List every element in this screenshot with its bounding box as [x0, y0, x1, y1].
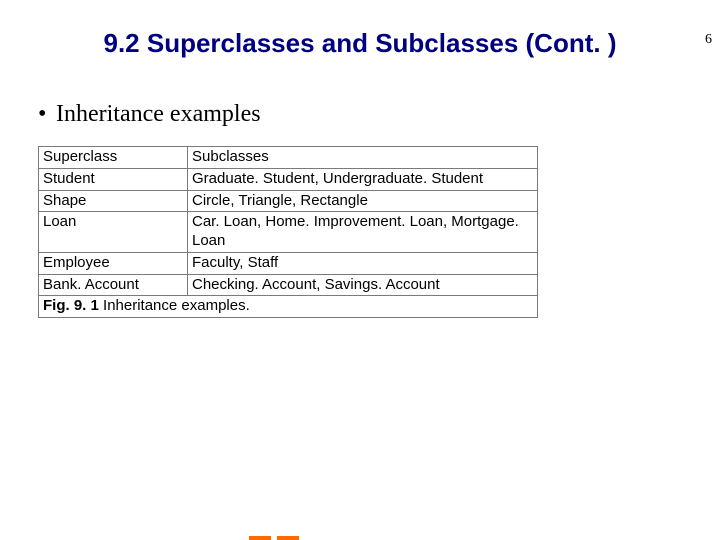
- prev-button[interactable]: [249, 536, 271, 540]
- inheritance-table-wrap: Superclass Subclasses Student Graduate. …: [38, 146, 538, 318]
- footer: Ⓒ 2003 Prentice Hall, Inc. All rights re…: [14, 536, 299, 540]
- bullet-item: •Inheritance examples: [38, 101, 720, 128]
- figure-caption-text: Inheritance examples.: [99, 297, 250, 314]
- bullet-text: Inheritance examples: [56, 101, 261, 127]
- next-button[interactable]: [277, 536, 299, 540]
- cell-sub: Faculty, Staff: [188, 252, 538, 274]
- slide-title: 9.2 Superclasses and Subclasses (Cont. ): [0, 28, 720, 59]
- table-header-row: Superclass Subclasses: [39, 147, 538, 169]
- cell-sub: Graduate. Student, Undergraduate. Studen…: [188, 168, 538, 190]
- bullet-dot: •: [38, 101, 56, 128]
- cell-super: Bank. Account: [39, 274, 188, 296]
- cell-sub: Circle, Triangle, Rectangle: [188, 190, 538, 212]
- header-subclasses: Subclasses: [188, 147, 538, 169]
- cell-super: Student: [39, 168, 188, 190]
- cell-super: Shape: [39, 190, 188, 212]
- table-row: Student Graduate. Student, Undergraduate…: [39, 168, 538, 190]
- cell-super: Loan: [39, 212, 188, 253]
- cell-sub: Car. Loan, Home. Improvement. Loan, Mort…: [188, 212, 538, 253]
- cell-super: Employee: [39, 252, 188, 274]
- header-superclass: Superclass: [39, 147, 188, 169]
- table-caption-row: Fig. 9. 1 Inheritance examples.: [39, 296, 538, 318]
- table-caption: Fig. 9. 1 Inheritance examples.: [39, 296, 538, 318]
- nav-arrows: [249, 536, 299, 540]
- table-row: Employee Faculty, Staff: [39, 252, 538, 274]
- page-number: 6: [705, 32, 712, 48]
- figure-number: Fig. 9. 1: [43, 297, 99, 314]
- table-row: Loan Car. Loan, Home. Improvement. Loan,…: [39, 212, 538, 253]
- table-row: Bank. Account Checking. Account, Savings…: [39, 274, 538, 296]
- inheritance-table: Superclass Subclasses Student Graduate. …: [38, 146, 538, 318]
- table-row: Shape Circle, Triangle, Rectangle: [39, 190, 538, 212]
- cell-sub: Checking. Account, Savings. Account: [188, 274, 538, 296]
